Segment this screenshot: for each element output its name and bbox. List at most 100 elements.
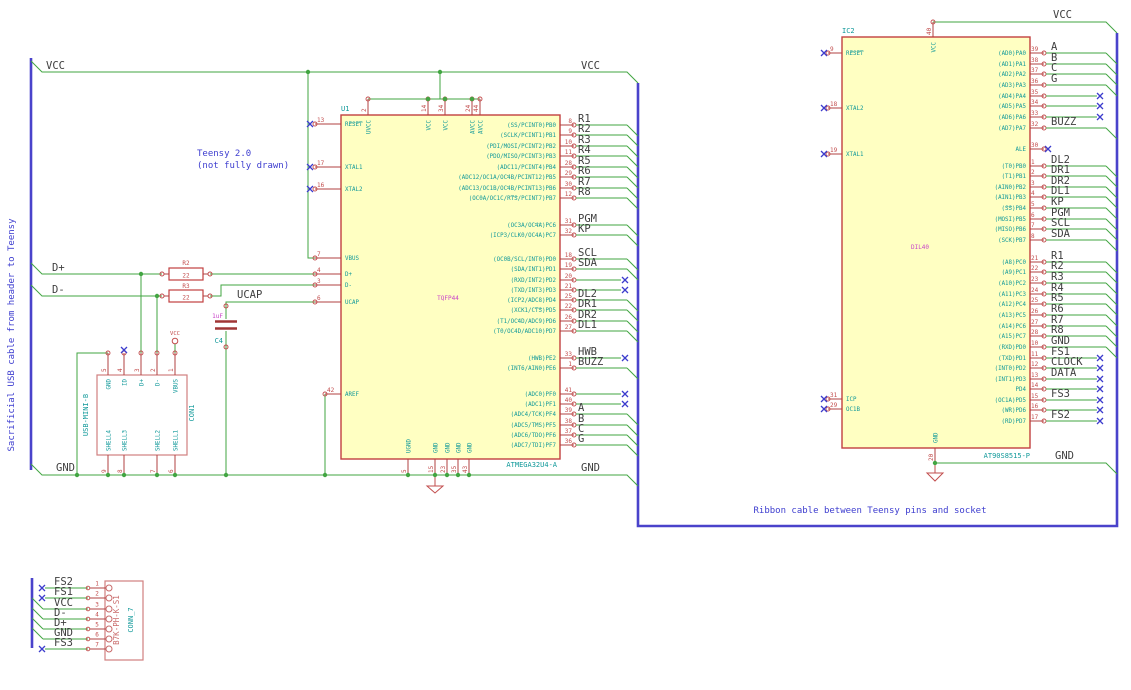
pin-number: 15 — [428, 465, 435, 473]
wire-bus-entry — [626, 134, 639, 147]
pin-name: (AD1)PA1 — [998, 62, 1026, 68]
u1-part: ATMEGA32U4-A — [506, 461, 557, 469]
pin-name: (INT1)PD3 — [995, 377, 1027, 383]
pin-number: 1 — [568, 361, 572, 368]
junction-dot — [154, 293, 160, 299]
gnd-symbol-u1 — [425, 475, 445, 494]
pin-number: 33 — [1031, 110, 1039, 117]
pin-number: 18 — [565, 252, 573, 259]
pin-number: 34 — [438, 104, 445, 112]
pin-number: 26 — [565, 314, 573, 321]
pin-name: GND — [934, 432, 940, 443]
junction-dot — [442, 96, 448, 102]
pin-name: (ADC11/PCINT4)PB4 — [497, 165, 557, 171]
net-label-dplus: D+ — [52, 262, 65, 274]
pin-name: (AD4)PA4 — [998, 94, 1026, 100]
pin-name: (T1)PB1 — [1002, 174, 1027, 180]
pin-number: 19 — [565, 262, 573, 269]
wire-bus-entry — [626, 224, 639, 237]
noconnect-x-icon — [1096, 102, 1104, 110]
pin-name: (AD0)PA0 — [998, 51, 1026, 57]
pin-number: 25 — [565, 293, 573, 300]
wire-bus-entry — [1105, 239, 1118, 252]
pin-number: 5 — [95, 622, 99, 629]
pin-name: ALE — [1016, 147, 1027, 153]
pin-name: (A11)PC3 — [998, 292, 1026, 298]
net-label: G — [1051, 73, 1057, 85]
wire-bus-entry — [1105, 325, 1118, 338]
wire-bus-entry — [1105, 303, 1118, 316]
pin-number: 30 — [565, 181, 573, 188]
pin-name: (ADC4/TCK)PF4 — [511, 412, 557, 418]
connector-pad — [105, 615, 113, 623]
net-label: SDA — [1051, 228, 1071, 240]
pin-name: SHELL4 — [107, 430, 113, 451]
pin-number: 5 — [401, 469, 408, 473]
wire-bus-entry — [1105, 52, 1118, 65]
pin-number: 23 — [440, 465, 447, 473]
junction-dot — [138, 271, 144, 277]
gnd-symbol-icon — [425, 475, 445, 494]
pin-name: (ADC0)PF0 — [525, 392, 557, 398]
pin-number: 16 — [1031, 403, 1039, 410]
net-label: R8 — [578, 186, 591, 198]
wire-dminus-right — [210, 284, 315, 297]
net-label: BUZZ — [578, 356, 603, 368]
pin-number: 3 — [317, 278, 321, 285]
noconnect-x-icon — [1096, 375, 1104, 383]
pin-number: 22 — [565, 303, 573, 310]
wire-bus-entry — [1105, 228, 1118, 241]
pin-number: 23 — [1031, 276, 1039, 283]
pin-number: 39 — [1031, 46, 1039, 53]
pin-number: 4 — [117, 368, 124, 372]
wire-bus-entry — [626, 145, 639, 158]
pin-name: UCAP — [345, 300, 359, 306]
wire-bus-entry — [1105, 186, 1118, 199]
pin-name: PD4 — [1016, 387, 1027, 393]
junction-dot — [437, 69, 443, 75]
junction-dot — [74, 472, 80, 478]
pin-number: 40 — [926, 27, 933, 35]
pin-number: 16 — [317, 182, 325, 189]
wire-bus-entry — [626, 299, 639, 312]
pin-number: 42 — [327, 387, 335, 394]
wire-bus-entry — [1105, 335, 1118, 348]
pin-number: 40 — [565, 397, 573, 404]
pin-number: 28 — [1031, 329, 1039, 336]
pin-name: (SS/PCINT0)PB0 — [507, 123, 556, 129]
pin-name: (A13)PC5 — [998, 313, 1026, 319]
wire-bus-entry — [1105, 218, 1118, 231]
pin-number: 7 — [95, 642, 99, 649]
pin-number: 28 — [565, 160, 573, 167]
wire-bus-entry — [31, 617, 44, 630]
pin-name: VCC — [444, 120, 450, 131]
net-label: KP — [578, 223, 591, 235]
pin-name: (OC1A)PD5 — [995, 398, 1027, 404]
net-label-gnd-left: GND — [56, 462, 75, 474]
pin-name: UVCC — [367, 119, 373, 133]
wire-bus-entry — [31, 597, 44, 610]
wire-bus-entry — [31, 607, 44, 620]
wire-bus-entry — [626, 320, 639, 333]
pin-name: (RXD)PD0 — [998, 345, 1026, 351]
r2-ref: R2 — [182, 260, 190, 267]
pin-name: (WR)PD6 — [1002, 408, 1027, 414]
resistor-r3: R3 22 — [159, 283, 213, 303]
junction-dot — [172, 472, 178, 478]
net-label: FS3 — [1051, 388, 1070, 400]
pin-name: (AD3)PA3 — [998, 83, 1026, 89]
conn7-pin-1: 1FS2 — [38, 576, 113, 592]
pin-name: RESET — [846, 51, 864, 57]
net-label-ucap: UCAP — [237, 289, 262, 301]
pin-name: (SCLK/PCINT1)PB1 — [500, 133, 556, 139]
pin-number: 4 — [317, 267, 321, 274]
con1-value: USB-MINI-B — [82, 394, 90, 436]
noconnect-x-icon — [1096, 406, 1104, 414]
ic2-part: AT90S8515-P — [984, 452, 1030, 460]
junction-dot — [154, 472, 160, 478]
capacitor-c4: 1uF C4 — [212, 303, 237, 350]
note-teensy-line1: Teensy 2.0 — [197, 149, 251, 159]
pin-name: (INT0)PD2 — [995, 366, 1026, 372]
pin-name: GND — [457, 442, 463, 453]
pin-number: 7 — [317, 251, 321, 258]
